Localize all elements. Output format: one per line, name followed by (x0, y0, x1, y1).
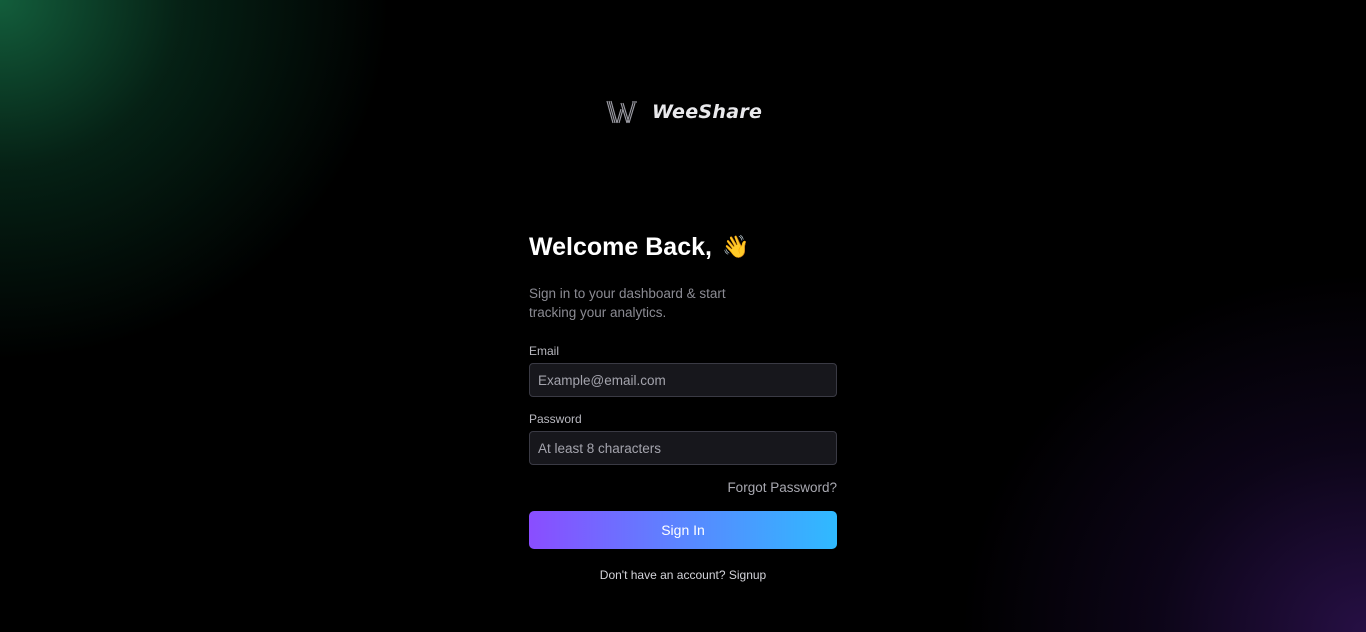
forgot-password-link[interactable]: Forgot Password? (529, 480, 837, 496)
weeshare-w-logo-icon (606, 100, 637, 124)
email-field[interactable] (529, 363, 837, 397)
login-page: WeeShare Welcome Back, 👋 Sign in to your… (0, 0, 1366, 632)
password-label: Password (529, 412, 582, 426)
subtitle: Sign in to your dashboard & start tracki… (529, 286, 726, 320)
email-label: Email (529, 344, 560, 358)
page-title: Welcome Back, 👋 (529, 230, 837, 264)
brand-logo: WeeShare (606, 98, 762, 126)
sign-in-button[interactable]: Sign In (529, 511, 837, 549)
waving-hand-icon: 👋 (721, 234, 750, 259)
login-form: Welcome Back, 👋 Sign in to your dashboar… (529, 230, 837, 582)
password-field[interactable] (529, 431, 837, 465)
signup-prompt: Don't have an account? Signup (529, 568, 837, 582)
signup-link[interactable]: Signup (729, 568, 766, 582)
title-text: Welcome Back, (529, 232, 712, 261)
brand-name: WeeShare (652, 101, 763, 123)
no-account-text: Don't have an account? (599, 568, 726, 582)
